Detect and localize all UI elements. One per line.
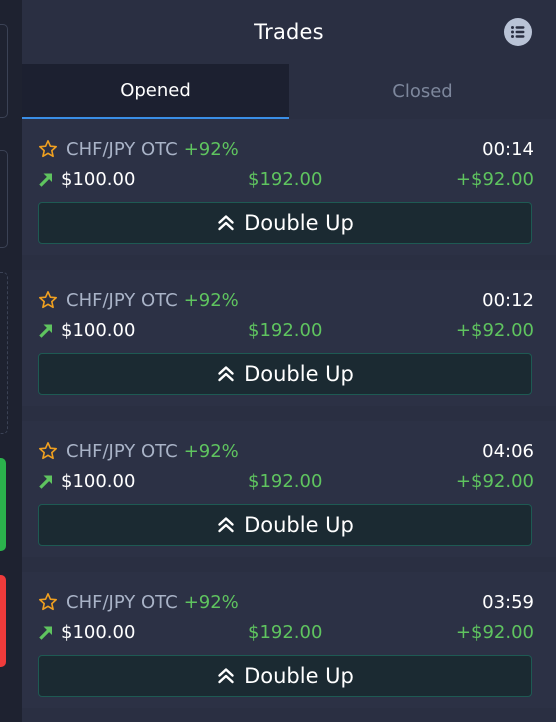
left-toolbar-edge [0, 0, 22, 722]
trade-timer: 00:12 [482, 289, 534, 311]
trade-payout: $192.00 [248, 168, 323, 190]
double-chevron-up-icon [218, 215, 234, 231]
trades-panel: Trades Opened Closed CHF/JPY OTC +92% 00… [22, 0, 556, 722]
star-icon[interactable] [38, 592, 58, 612]
trade-amount: $100.00 [61, 319, 136, 341]
asset-name: CHF/JPY OTC [66, 440, 178, 462]
trade-card-values-row: $100.00 $192.00 +$92.00 [38, 318, 534, 342]
trade-card: CHF/JPY OTC +92% 03:59 $100.00 $192.00 +… [22, 572, 556, 708]
double-up-label: Double Up [244, 664, 354, 688]
star-icon[interactable] [38, 290, 58, 310]
asset-name: CHF/JPY OTC [66, 289, 178, 311]
double-up-button[interactable]: Double Up [38, 353, 532, 395]
trade-card: CHF/JPY OTC +92% 00:14 $100.00 $192.00 +… [22, 119, 556, 255]
left-input-edge[interactable] [0, 150, 8, 248]
trades-title: Trades [254, 20, 324, 44]
trade-payout: $192.00 [248, 319, 323, 341]
list-icon [511, 26, 525, 38]
arrow-up-right-icon [39, 475, 52, 489]
trade-timer: 00:14 [482, 138, 534, 160]
payout-percent: +92% [183, 289, 239, 311]
trades-screen: Trades Opened Closed CHF/JPY OTC +92% 00… [0, 0, 556, 722]
arrow-up-right-icon [39, 626, 52, 640]
trade-timer: 04:06 [482, 440, 534, 462]
trades-tabs: Opened Closed [22, 64, 556, 119]
payout-percent: +92% [183, 138, 239, 160]
call-button-edge[interactable] [0, 458, 6, 551]
trade-card: CHF/JPY OTC +92% 00:12 $100.00 $192.00 +… [22, 270, 556, 406]
double-up-label: Double Up [244, 211, 354, 235]
tab-closed[interactable]: Closed [289, 64, 556, 119]
trade-profit: +$92.00 [455, 470, 534, 492]
asset-name: CHF/JPY OTC [66, 138, 178, 160]
trade-card-top-row: CHF/JPY OTC +92% 00:14 [38, 137, 534, 161]
double-up-button[interactable]: Double Up [38, 202, 532, 244]
trade-timer: 03:59 [482, 591, 534, 613]
trade-profit: +$92.00 [455, 168, 534, 190]
trade-profit: +$92.00 [455, 621, 534, 643]
double-chevron-up-icon [218, 668, 234, 684]
trade-amount: $100.00 [61, 168, 136, 190]
asset-name: CHF/JPY OTC [66, 591, 178, 613]
put-button-edge[interactable] [0, 575, 6, 667]
payout-percent: +92% [183, 440, 239, 462]
payout-percent: +92% [183, 591, 239, 613]
double-chevron-up-icon [218, 517, 234, 533]
star-icon[interactable] [38, 441, 58, 461]
trade-amount: $100.00 [61, 470, 136, 492]
arrow-up-right-icon [39, 324, 52, 338]
trade-card-top-row: CHF/JPY OTC +92% 04:06 [38, 439, 534, 463]
trade-payout: $192.00 [248, 470, 323, 492]
left-input-edge[interactable] [0, 24, 8, 118]
trade-payout: $192.00 [248, 621, 323, 643]
trade-card-values-row: $100.00 $192.00 +$92.00 [38, 469, 534, 493]
trade-card: CHF/JPY OTC +92% 04:06 $100.00 $192.00 +… [22, 421, 556, 557]
tab-opened[interactable]: Opened [22, 64, 289, 119]
double-up-label: Double Up [244, 513, 354, 537]
left-panel-edge [0, 272, 8, 434]
trades-header: Trades [22, 0, 556, 64]
trade-profit: +$92.00 [455, 319, 534, 341]
trade-card-values-row: $100.00 $192.00 +$92.00 [38, 167, 534, 191]
double-up-button[interactable]: Double Up [38, 504, 532, 546]
double-chevron-up-icon [218, 366, 234, 382]
star-icon[interactable] [38, 139, 58, 159]
trade-list-button[interactable] [504, 18, 532, 46]
trade-amount: $100.00 [61, 621, 136, 643]
trade-card-values-row: $100.00 $192.00 +$92.00 [38, 620, 534, 644]
arrow-up-right-icon [39, 173, 52, 187]
trade-card-top-row: CHF/JPY OTC +92% 03:59 [38, 590, 534, 614]
double-up-label: Double Up [244, 362, 354, 386]
double-up-button[interactable]: Double Up [38, 655, 532, 697]
trade-card-top-row: CHF/JPY OTC +92% 00:12 [38, 288, 534, 312]
